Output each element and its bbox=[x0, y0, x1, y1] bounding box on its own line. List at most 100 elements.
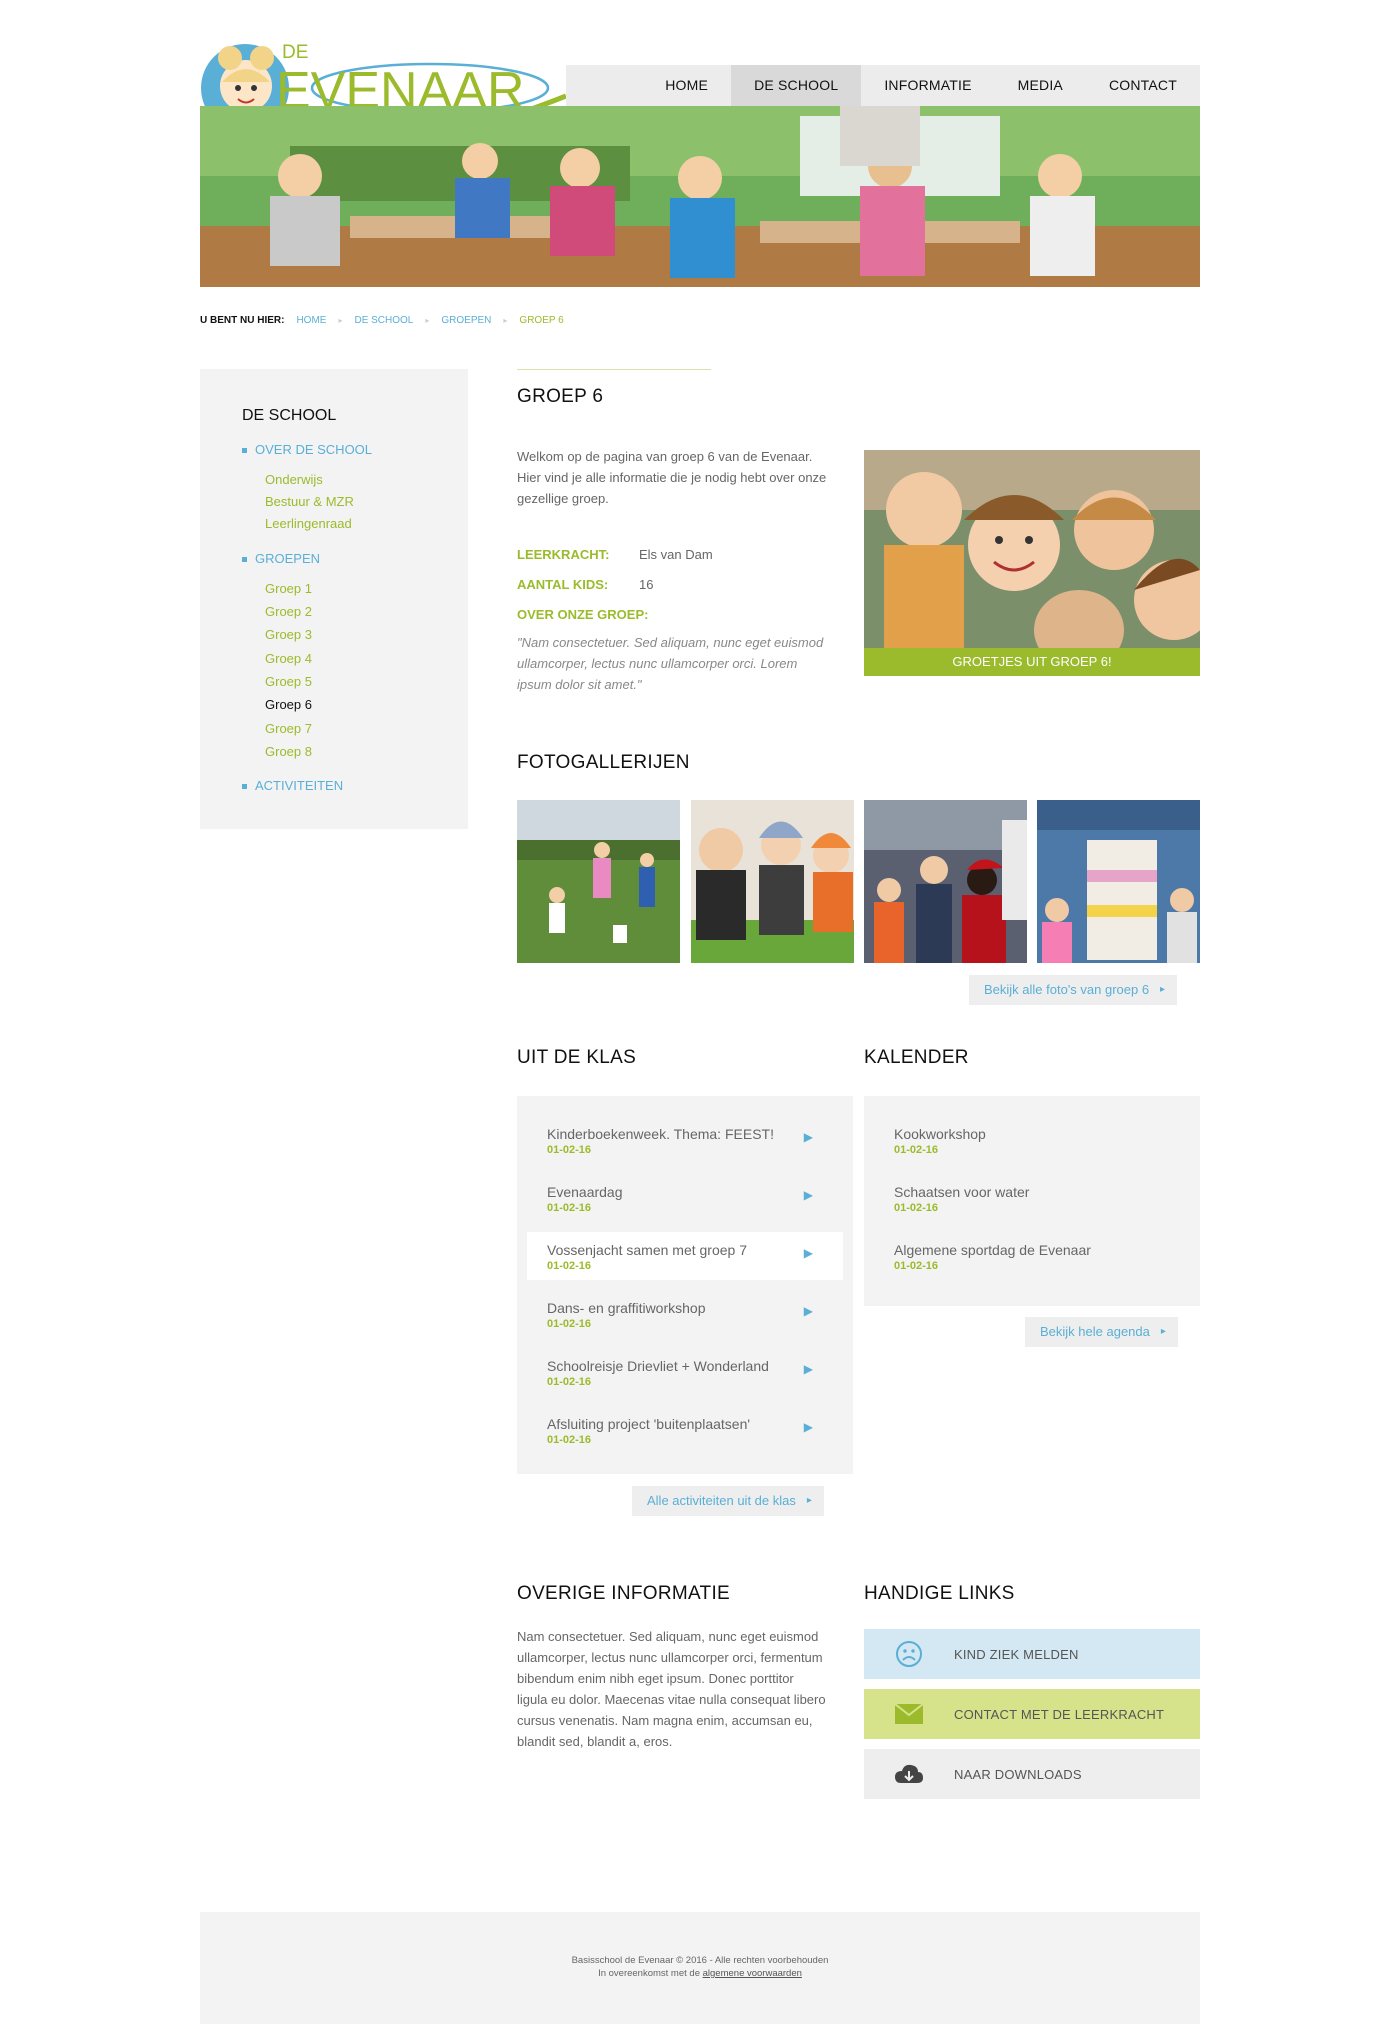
group-quote: "Nam consectetuer. Sed aliquam, nunc ege… bbox=[517, 635, 824, 692]
footer-terms-line: In overeenkomst met de algemene voorwaar… bbox=[200, 1967, 1200, 1980]
breadcrumb-de-school[interactable]: DE SCHOOL bbox=[354, 315, 413, 326]
gallery-thumb-4[interactable] bbox=[1037, 800, 1200, 963]
about-label: OVER ONZE GROEP: bbox=[517, 607, 649, 622]
arrow-right-icon: ▶ bbox=[803, 1420, 813, 1434]
class-news-item[interactable]: Kinderboekenweek. Thema: FEEST! 01-02-16… bbox=[527, 1116, 843, 1164]
sidebar-link-groep-7[interactable]: Groep 7 bbox=[265, 721, 312, 736]
footer-copyright: Basisschool de Evenaar © 2016 - Alle rec… bbox=[571, 1955, 829, 1966]
class-news-item-date: 01-02-16 bbox=[547, 1260, 592, 1272]
sidebar-link-leerlingenraad[interactable]: Leerlingenraad bbox=[265, 516, 352, 531]
calendar-item-title: Kookworkshop bbox=[894, 1126, 986, 1142]
class-news-item[interactable]: Dans- en graffitiworkshop 01-02-16 ▶ bbox=[527, 1290, 843, 1338]
class-news-item[interactable]: Afsluiting project 'buitenplaatsen' 01-0… bbox=[527, 1406, 843, 1454]
arrow-right-icon: ▶ bbox=[803, 1130, 813, 1144]
calendar-item-title: Algemene sportdag de Evenaar bbox=[894, 1242, 1091, 1258]
teacher-label: LEERKRACHT: bbox=[517, 547, 610, 562]
nav-de-school[interactable]: DE SCHOOL bbox=[731, 65, 862, 106]
class-news-item-date: 01-02-16 bbox=[547, 1144, 592, 1156]
class-news-item[interactable]: Evenaardag 01-02-16 ▶ bbox=[527, 1174, 843, 1222]
sidebar-link-bestuur[interactable]: Bestuur & MZR bbox=[265, 494, 354, 509]
class-news-title: UIT DE KLAS bbox=[517, 1047, 637, 1068]
calendar-list: Kookworkshop 01-02-16 Schaatsen voor wat… bbox=[864, 1096, 1200, 1306]
handy-links-title: HANDIGE LINKS bbox=[864, 1583, 1015, 1604]
arrow-right-icon: ▶ bbox=[803, 1188, 813, 1202]
sidebar-title: DE SCHOOL bbox=[242, 407, 337, 424]
calendar-item[interactable]: Kookworkshop 01-02-16 bbox=[874, 1116, 1190, 1164]
class-news-item-title: Vossenjacht samen met groep 7 bbox=[547, 1242, 748, 1258]
envelope-icon bbox=[864, 1703, 954, 1725]
breadcrumb-home[interactable]: HOME bbox=[296, 315, 326, 326]
sidebar-link-groep-4[interactable]: Groep 4 bbox=[265, 651, 312, 666]
calendar-item-date: 01-02-16 bbox=[894, 1260, 939, 1272]
contact-teacher-label: CONTACT MET DE LEERKRACHT bbox=[954, 1706, 1165, 1722]
arrow-right-icon: ▶ bbox=[803, 1304, 813, 1318]
contact-teacher-link[interactable]: CONTACT MET DE LEERKRACHT bbox=[864, 1689, 1200, 1739]
class-news-item-date: 01-02-16 bbox=[547, 1434, 592, 1446]
title-divider bbox=[517, 369, 711, 370]
full-agenda-button[interactable]: Bekijk hele agenda bbox=[1025, 1317, 1178, 1347]
all-class-activities-button[interactable]: Alle activiteiten uit de klas bbox=[632, 1486, 824, 1516]
calendar-item[interactable]: Schaatsen voor water 01-02-16 bbox=[874, 1174, 1190, 1222]
sidebar-link-groep-3[interactable]: Groep 3 bbox=[265, 627, 312, 642]
breadcrumb-separator-icon: ▸ bbox=[338, 316, 343, 325]
class-news-item-date: 01-02-16 bbox=[547, 1202, 592, 1214]
sidebar-link-groep-5[interactable]: Groep 5 bbox=[265, 674, 312, 689]
nav-home[interactable]: HOME bbox=[642, 65, 731, 106]
class-news-item-title: Evenaardag bbox=[547, 1184, 623, 1200]
sidebar: DE SCHOOL OVER DE SCHOOL Onderwijs Bestu… bbox=[200, 369, 468, 829]
all-photos-button[interactable]: Bekijk alle foto's van groep 6 bbox=[969, 975, 1178, 1005]
class-news-item-title: Afsluiting project 'buitenplaatsen' bbox=[547, 1416, 751, 1432]
group-photo bbox=[864, 450, 1200, 676]
sidebar-link-groep-1[interactable]: Groep 1 bbox=[265, 581, 312, 596]
breadcrumb-separator-icon: ▸ bbox=[425, 316, 430, 325]
calendar-item-date: 01-02-16 bbox=[894, 1202, 939, 1214]
gallery-thumb-2[interactable] bbox=[691, 800, 854, 963]
calendar-item[interactable]: Algemene sportdag de Evenaar 01-02-16 bbox=[874, 1232, 1190, 1280]
teacher-value: Els van Dam bbox=[639, 547, 713, 562]
class-news-item[interactable]: Vossenjacht samen met groep 7 01-02-16 ▶ bbox=[527, 1232, 843, 1280]
group-photo-caption: GROETJES UIT GROEP 6! bbox=[864, 648, 1200, 676]
main-nav: HOME DE SCHOOL INFORMATIE MEDIA CONTACT bbox=[566, 65, 1200, 106]
nav-contact[interactable]: CONTACT bbox=[1086, 65, 1200, 106]
breadcrumb-current: GROEP 6 bbox=[519, 315, 564, 326]
class-news-item-date: 01-02-16 bbox=[547, 1376, 592, 1388]
sidebar-section-activiteiten[interactable]: ACTIVITEITEN bbox=[242, 778, 343, 793]
breadcrumb-label: U BENT NU HIER: bbox=[200, 315, 285, 326]
calendar-item-title: Schaatsen voor water bbox=[894, 1184, 1030, 1200]
calendar-title: KALENDER bbox=[864, 1047, 969, 1068]
gallery-thumb-3[interactable] bbox=[864, 800, 1027, 963]
sad-face-icon bbox=[864, 1639, 954, 1669]
arrow-right-icon: ▶ bbox=[803, 1246, 813, 1260]
gallery-thumb-1[interactable] bbox=[517, 800, 680, 963]
downloads-link[interactable]: NAAR DOWNLOADS bbox=[864, 1749, 1200, 1799]
other-info-text: Nam consectetuer. Sed aliquam, nunc eget… bbox=[517, 1629, 826, 1749]
class-news-item-title: Dans- en graffitiworkshop bbox=[547, 1300, 706, 1316]
sidebar-link-onderwijs[interactable]: Onderwijs bbox=[265, 472, 323, 487]
report-sick-link[interactable]: KIND ZIEK MELDEN bbox=[864, 1629, 1200, 1679]
cloud-download-icon bbox=[864, 1763, 954, 1785]
breadcrumb: U BENT NU HIER: HOME ▸ DE SCHOOL ▸ GROEP… bbox=[200, 315, 564, 326]
nav-informatie[interactable]: INFORMATIE bbox=[861, 65, 994, 106]
report-sick-label: KIND ZIEK MELDEN bbox=[954, 1646, 1079, 1662]
kids-value: 16 bbox=[639, 577, 654, 592]
sidebar-link-groep-2[interactable]: Groep 2 bbox=[265, 604, 312, 619]
sidebar-link-groep-8[interactable]: Groep 8 bbox=[265, 744, 312, 759]
class-news-item[interactable]: Schoolreisje Drievliet + Wonderland 01-0… bbox=[527, 1348, 843, 1396]
sidebar-link-groep-6[interactable]: Groep 6 bbox=[265, 697, 312, 712]
calendar-item-date: 01-02-16 bbox=[894, 1144, 939, 1156]
footer-terms-prefix: In overeenkomst met de bbox=[598, 1968, 700, 1979]
breadcrumb-separator-icon: ▸ bbox=[503, 316, 508, 325]
sidebar-section-over-de-school[interactable]: OVER DE SCHOOL bbox=[242, 442, 372, 457]
downloads-label: NAAR DOWNLOADS bbox=[954, 1766, 1082, 1782]
class-news-list: Kinderboekenweek. Thema: FEEST! 01-02-16… bbox=[517, 1096, 853, 1474]
breadcrumb-groepen[interactable]: GROEPEN bbox=[441, 315, 491, 326]
other-info-title: OVERIGE INFORMATIE bbox=[517, 1583, 731, 1604]
kids-label: AANTAL KIDS: bbox=[517, 577, 609, 592]
class-news-item-title: Schoolreisje Drievliet + Wonderland bbox=[547, 1358, 769, 1374]
nav-media[interactable]: MEDIA bbox=[995, 65, 1086, 106]
page-title: GROEP 6 bbox=[517, 386, 604, 407]
terms-link[interactable]: algemene voorwaarden bbox=[703, 1968, 802, 1979]
intro-text: Welkom op de pagina van groep 6 van de E… bbox=[517, 449, 827, 506]
class-news-item-title: Kinderboekenweek. Thema: FEEST! bbox=[547, 1126, 774, 1142]
sidebar-section-groepen[interactable]: GROEPEN bbox=[242, 551, 320, 566]
